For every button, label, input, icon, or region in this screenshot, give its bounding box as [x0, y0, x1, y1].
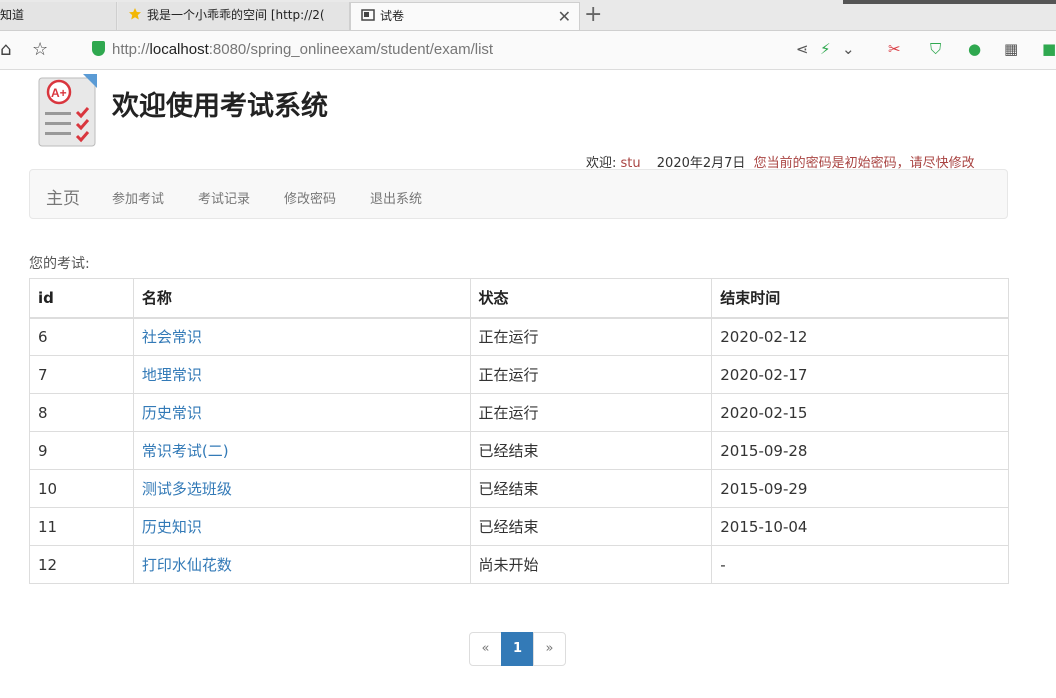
chevron-down-icon[interactable]: ⌄	[842, 40, 855, 58]
extension-icon[interactable]: ■	[1042, 40, 1056, 58]
exam-id-cell: 8	[29, 393, 134, 432]
exam-name-link[interactable]: 历史知识	[132, 507, 471, 546]
url-host: localhost	[149, 41, 209, 58]
table-row: 11 历史知识 已经结束 2015-10-04	[29, 507, 1009, 546]
window-edge	[843, 0, 1056, 4]
new-tab-button[interactable]: +	[584, 2, 602, 28]
column-header-id: id	[29, 278, 134, 319]
exam-status-cell: 已经结束	[469, 469, 713, 508]
exam-status-cell: 已经结束	[469, 507, 713, 546]
exam-status-cell: 已经结束	[469, 431, 713, 470]
exam-status-cell: 正在运行	[469, 355, 713, 394]
table-row: 8 历史常识 正在运行 2020-02-15	[29, 393, 1009, 432]
url-field[interactable]: http://localhost:8080/spring_onlineexam/…	[112, 41, 493, 58]
address-bar: ⌂ ☆ http://localhost:8080/spring_onlinee…	[0, 31, 1056, 70]
exam-id-cell: 10	[29, 469, 134, 508]
exam-status-cell: 尚未开始	[469, 545, 713, 584]
pagination: « 1 »	[469, 632, 566, 666]
table-row: 10 测试多选班级 已经结束 2015-09-29	[29, 469, 1009, 508]
close-icon[interactable]: ✕	[558, 3, 571, 30]
share-icon[interactable]: ⋖	[796, 40, 809, 58]
main-navbar: 主页 参加考试 考试记录 修改密码 退出系统	[29, 169, 1008, 219]
lightning-icon[interactable]: ⚡	[820, 40, 831, 58]
exam-end-time-cell: 2020-02-12	[711, 317, 1009, 356]
nav-home[interactable]: 主页	[46, 184, 80, 209]
chat-icon[interactable]: ●	[968, 40, 981, 58]
star-icon	[129, 8, 141, 20]
browser-tab-bar: 知道 我是一个小乖乖的空间 [http://2( 试卷 ✕ +	[0, 0, 1056, 31]
table-row: 12 打印水仙花数 尚未开始 -	[29, 545, 1009, 584]
column-header-status: 状态	[469, 278, 713, 319]
home-icon[interactable]: ⌂	[0, 39, 11, 60]
bookmark-star-icon[interactable]: ☆	[32, 39, 48, 60]
pagination-prev-button[interactable]: «	[469, 632, 502, 666]
url-path: :8080/spring_onlineexam/student/exam/lis…	[208, 41, 494, 58]
browser-tab-2[interactable]: 我是一个小乖乖的空间 [http://2(	[118, 2, 350, 30]
page-icon	[361, 9, 375, 21]
exam-end-time-cell: 2015-10-04	[711, 507, 1009, 546]
table-row: 9 常识考试(二) 已经结束 2015-09-28	[29, 431, 1009, 470]
exam-end-time-cell: -	[711, 545, 1009, 584]
apps-grid-icon[interactable]: ▦	[1004, 40, 1018, 58]
url-scheme: http://	[112, 41, 150, 58]
security-shield-icon[interactable]	[92, 41, 105, 56]
column-header-name: 名称	[132, 278, 471, 319]
exam-name-link[interactable]: 打印水仙花数	[132, 545, 471, 584]
svg-text:A+: A+	[51, 86, 67, 100]
exam-id-cell: 7	[29, 355, 134, 394]
exam-logo-icon: A+	[38, 74, 97, 147]
nav-change-password[interactable]: 修改密码	[284, 188, 336, 207]
exam-end-time-cell: 2020-02-17	[711, 355, 1009, 394]
exam-status-cell: 正在运行	[469, 393, 713, 432]
table-header-row: id 名称 状态 结束时间	[29, 278, 1009, 319]
tab-label: 试卷	[380, 9, 405, 23]
exam-id-cell: 9	[29, 431, 134, 470]
exam-name-link[interactable]: 历史常识	[132, 393, 471, 432]
exam-name-link[interactable]: 常识考试(二)	[132, 431, 471, 470]
exam-id-cell: 12	[29, 545, 134, 584]
exam-name-link[interactable]: 社会常识	[132, 317, 471, 356]
scissors-icon[interactable]: ✂	[888, 40, 901, 58]
browser-tab-1[interactable]: 知道	[0, 2, 117, 30]
exam-name-link[interactable]: 测试多选班级	[132, 469, 471, 508]
tab-label: 知道	[0, 8, 25, 22]
exam-end-time-cell: 2015-09-28	[711, 431, 1009, 470]
exam-name-link[interactable]: 地理常识	[132, 355, 471, 394]
exams-table: id 名称 状态 结束时间 6 社会常识 正在运行 2020-02-12 7 地理常识 正在…	[29, 278, 1009, 584]
exam-end-time-cell: 2020-02-15	[711, 393, 1009, 432]
exam-status-cell: 正在运行	[469, 317, 713, 356]
pagination-next-button[interactable]: »	[533, 632, 566, 666]
exam-id-cell: 6	[29, 317, 134, 356]
exam-id-cell: 11	[29, 507, 134, 546]
nav-logout[interactable]: 退出系统	[370, 188, 422, 207]
pagination-page-1[interactable]: 1	[501, 632, 534, 666]
page-title: 欢迎使用考试系统	[112, 91, 328, 122]
exams-caption: 您的考试:	[29, 256, 90, 272]
column-header-end-time: 结束时间	[711, 278, 1009, 319]
browser-tab-3[interactable]: 试卷 ✕	[350, 2, 580, 30]
nav-exam-records[interactable]: 考试记录	[198, 188, 250, 207]
nav-take-exam[interactable]: 参加考试	[112, 188, 164, 207]
exam-end-time-cell: 2015-09-29	[711, 469, 1009, 508]
table-row: 7 地理常识 正在运行 2020-02-17	[29, 355, 1009, 394]
shield-icon[interactable]: ⛉	[930, 40, 941, 58]
table-row: 6 社会常识 正在运行 2020-02-12	[29, 317, 1009, 356]
tab-label: 我是一个小乖乖的空间 [http://2(	[147, 8, 325, 22]
